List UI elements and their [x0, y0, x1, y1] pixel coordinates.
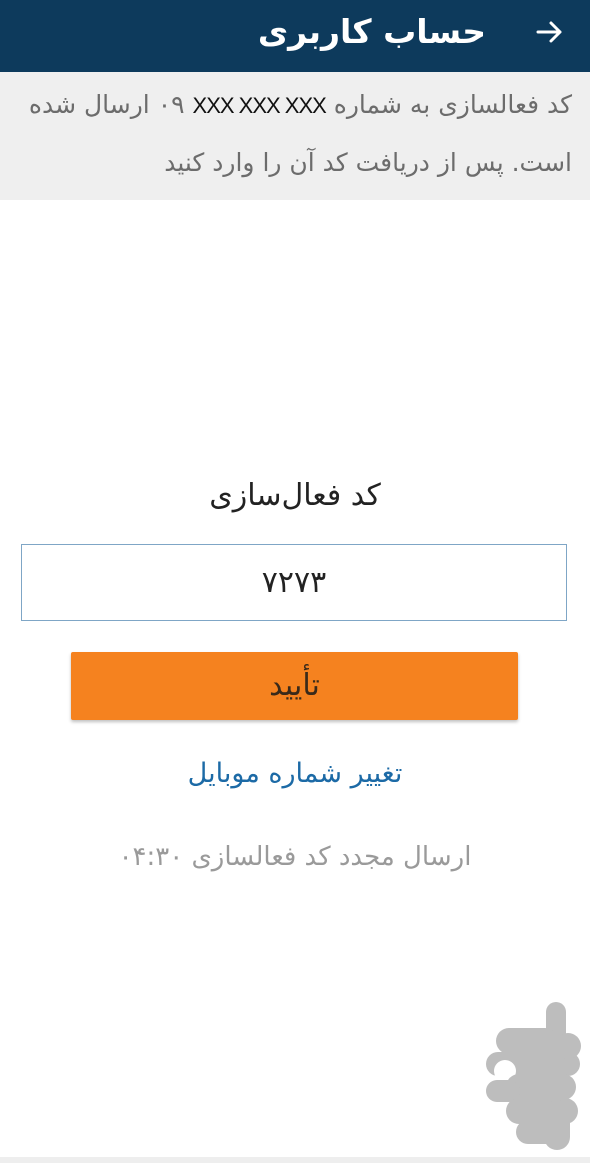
- arrow-right-icon[interactable]: [532, 14, 568, 50]
- activation-code-label: کد فعال‌سازی: [209, 478, 381, 513]
- notice-text-after: ارسال شده: [28, 90, 150, 119]
- confirm-button[interactable]: تأیید: [71, 652, 518, 720]
- masked-phone-number: XXX XXX XXX: [192, 93, 327, 118]
- bottom-divider: [0, 1157, 590, 1163]
- notice-line-1: کد فعالسازی به شماره XXX XXX XXX ۰۹ ارسا…: [29, 90, 572, 119]
- page-title: حساب کاربری: [257, 12, 486, 51]
- resend-label: ارسال مجدد کد فعالسازی: [191, 842, 472, 872]
- activation-notice: کد فعالسازی به شماره XXX XXX XXX ۰۹ ارسا…: [0, 72, 590, 200]
- activation-screen: حساب کاربری کد فعالسازی به شماره XXX XXX…: [0, 0, 590, 1163]
- notice-text-before: کد فعالسازی به شماره: [333, 90, 572, 119]
- activation-code-input[interactable]: ۷۲۷۳: [21, 544, 567, 621]
- change-mobile-link[interactable]: تغییر شماره موبایل: [0, 758, 590, 789]
- phone-prefix: ۰۹: [157, 90, 185, 119]
- resend-timer: ۰۴:۳۰: [118, 842, 184, 872]
- header-bar: حساب کاربری: [0, 0, 590, 72]
- notice-line-2: است. پس از دریافت کد آن را وارد کنید: [164, 148, 572, 177]
- resend-code: ارسال مجدد کد فعالسازی ۰۴:۳۰: [0, 842, 590, 872]
- app-store-logo-icon: [486, 1002, 581, 1150]
